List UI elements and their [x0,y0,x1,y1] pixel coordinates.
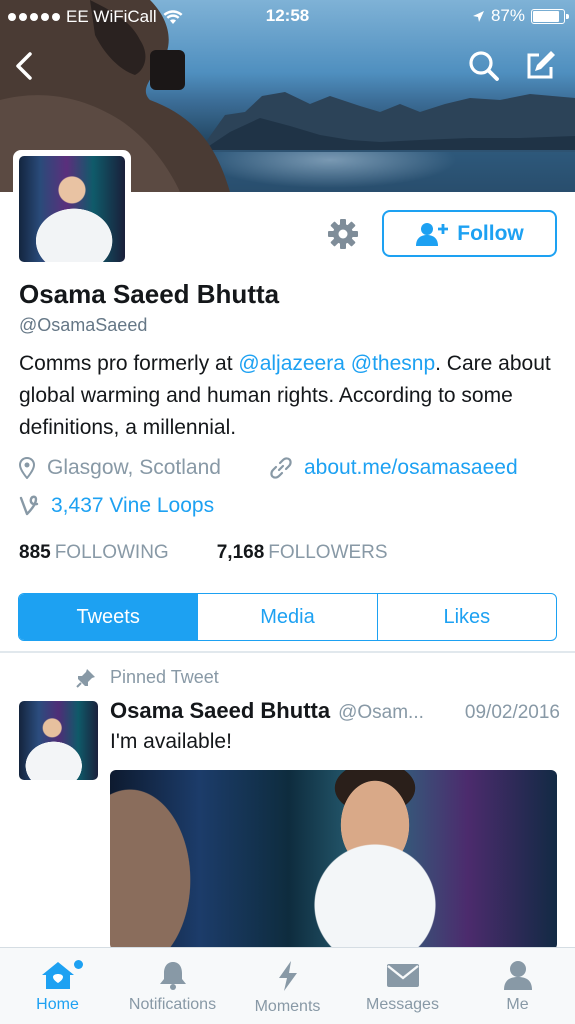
vine-loops[interactable]: 3,437 Vine Loops [19,494,214,518]
battery-fill [533,10,559,22]
tweet-avatar[interactable] [19,701,98,780]
pinned-tweet-label: Pinned Tweet [76,667,219,688]
tabbar-me[interactable]: Me [460,948,575,1024]
avatar-image [19,156,125,262]
battery-icon [531,8,569,24]
follow-button[interactable]: Follow [382,210,557,257]
tabbar-home[interactable]: Home [0,948,115,1024]
settings-button[interactable] [326,217,360,251]
gear-icon [328,219,358,249]
mention-thesnp-link[interactable]: @thesnp [351,352,435,375]
profile-handle: @OsamaSaeed [19,315,148,335]
tab-likes[interactable]: Likes [376,594,556,640]
profile-location: Glasgow, Scotland [19,456,221,480]
home-notification-dot [74,960,83,969]
tabbar-notifications-label: Notifications [128,996,217,1013]
section-divider [0,651,575,653]
website-link[interactable]: about.me/osamasaeed [304,456,518,480]
followers-number: 7,168 [216,542,265,563]
status-right: 87% [472,6,569,26]
vine-icon [19,495,39,516]
tabbar-home-label: Home [36,996,79,1013]
bottom-tab-bar: Home Notifications Moments Messages Me [0,947,575,1024]
following-count[interactable]: 885 FOLLOWING [19,542,169,564]
search-button[interactable] [464,46,504,86]
followers-count[interactable]: 7,168 FOLLOWERS [217,542,388,564]
profile-website[interactable]: about.me/osamasaeed [270,456,518,480]
tweet-date: 09/02/2016 [464,702,560,723]
tweet-text: I'm available! [110,730,232,753]
tweet-author-name[interactable]: Osama Saeed Bhutta [110,698,330,724]
mention-aljazeera-link[interactable]: @aljazeera [238,352,345,375]
status-bar: EE WiFiCall 12:58 87% [0,0,575,34]
followers-label: FOLLOWERS [268,542,388,563]
tweet-photo[interactable] [110,770,557,950]
following-label: FOLLOWING [54,542,169,563]
location-pin-icon [19,457,35,479]
chevron-left-icon [16,52,32,80]
tweet-header: Osama Saeed Bhutta @Osam... 09/02/2016 [110,698,560,724]
person-icon [503,961,532,990]
follow-counts: 885 FOLLOWING 7,168 FOLLOWERS [19,542,388,564]
tabbar-messages[interactable]: Messages [345,948,460,1024]
lightning-icon [278,961,297,991]
compose-icon [527,51,555,79]
back-button[interactable] [4,46,44,86]
location-arrow-icon [472,10,484,22]
link-icon [270,457,292,479]
envelope-icon [386,964,419,987]
tab-tweets[interactable]: Tweets [19,594,198,640]
profile-avatar[interactable] [13,150,131,268]
tabbar-notifications[interactable]: Notifications [115,948,230,1024]
profile-tabs: Tweets Media Likes [18,593,557,641]
follow-label: Follow [457,221,524,245]
bio-text-start: Comms pro formerly at [19,352,239,375]
add-user-icon [416,222,449,246]
tabbar-moments-label: Moments [254,998,321,1015]
pinned-text: Pinned Tweet [110,667,219,687]
tabbar-messages-label: Messages [366,996,439,1013]
bell-icon [159,962,186,990]
compose-tweet-button[interactable] [520,46,560,86]
home-icon [41,962,74,989]
following-number: 885 [19,542,51,563]
profile-name: Osama Saeed Bhutta [19,279,280,309]
location-text: Glasgow, Scotland [47,456,221,479]
tabbar-me-label: Me [506,996,529,1013]
tabbar-moments[interactable]: Moments [230,948,345,1024]
tab-media[interactable]: Media [197,594,376,640]
battery-percent: 87% [490,6,525,25]
tweet-author-handle: @Osam... [338,702,424,723]
profile-bio: Comms pro formerly at @aljazeera @thesnp… [19,348,564,444]
pin-icon [76,668,95,688]
search-icon [469,51,499,81]
vine-loops-link[interactable]: 3,437 Vine Loops [51,494,214,518]
